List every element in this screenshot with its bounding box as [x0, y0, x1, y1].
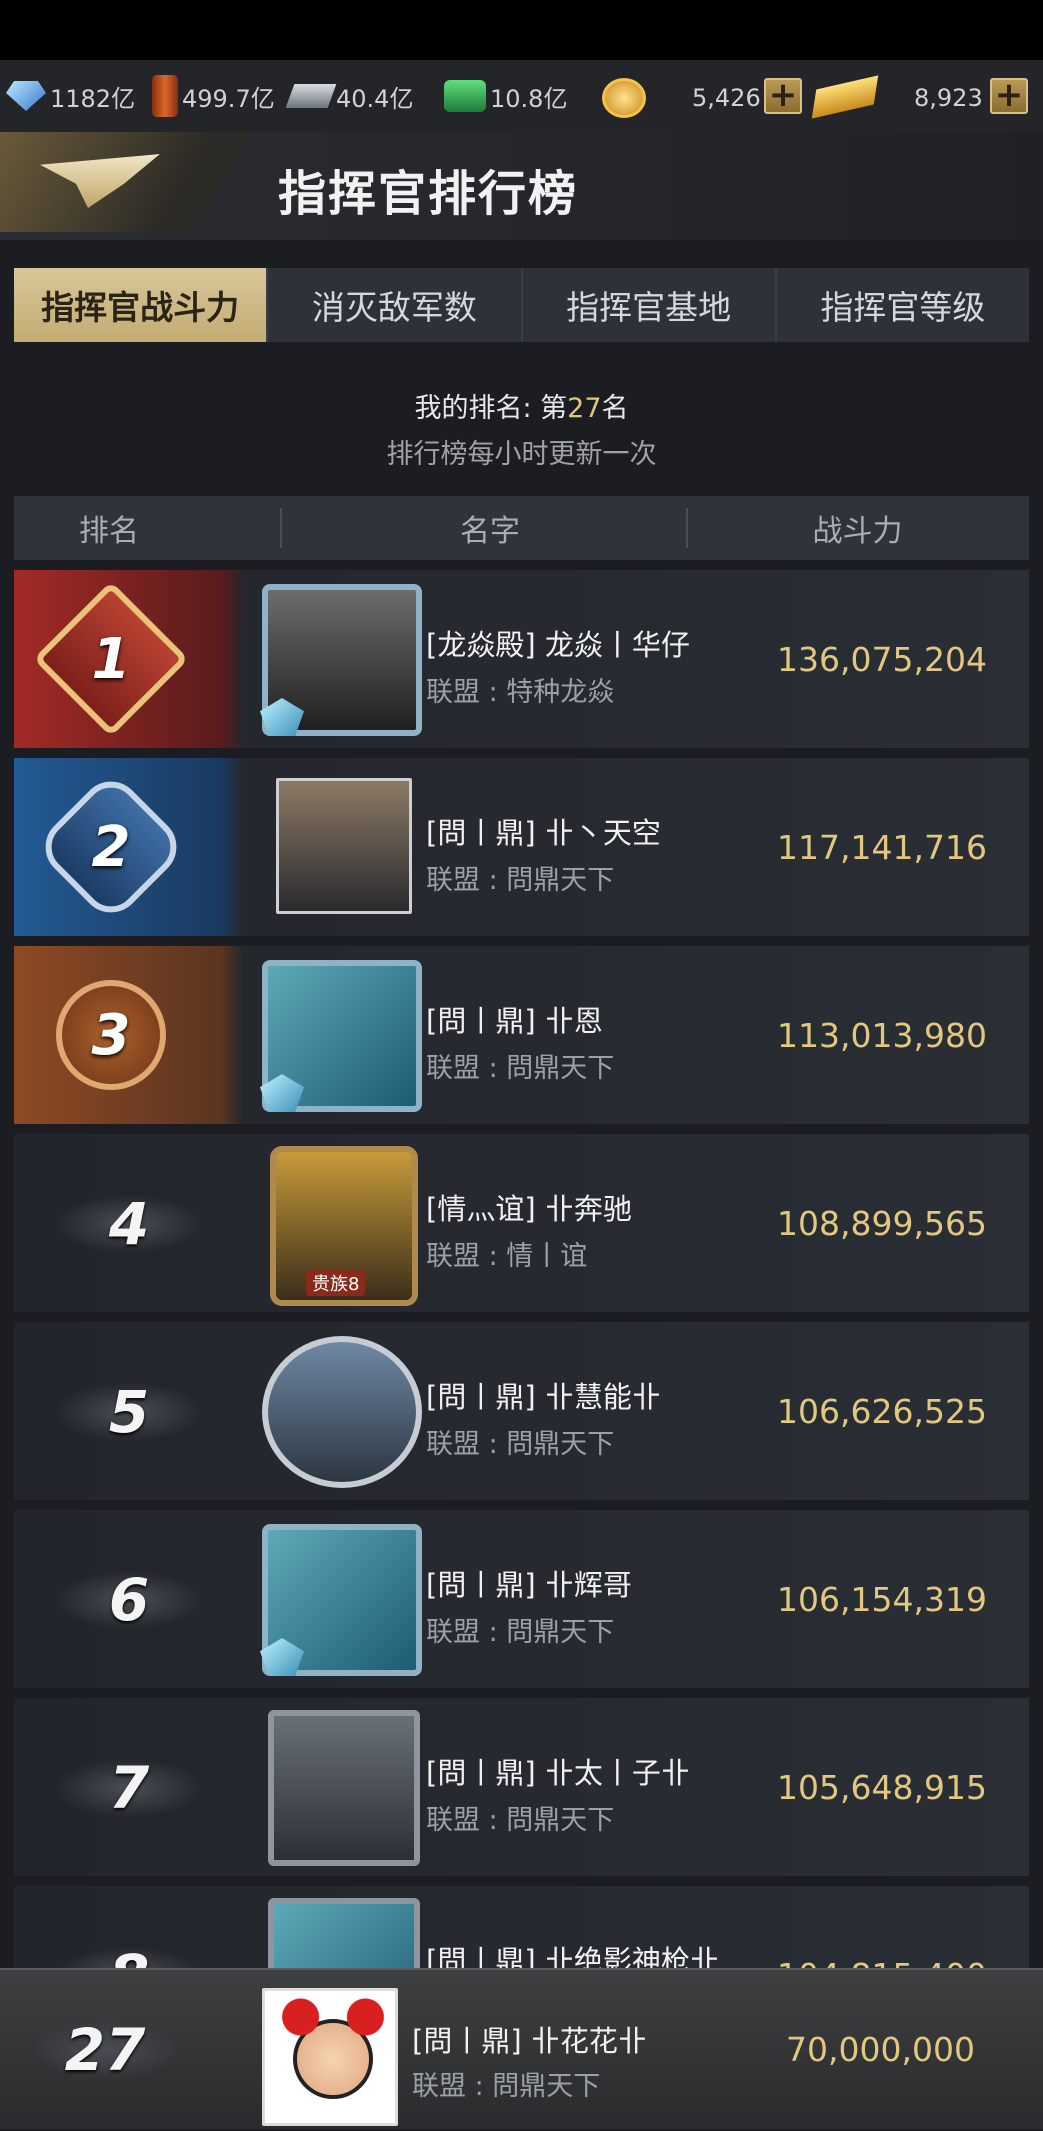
rank-4: 4	[54, 1174, 204, 1274]
table-row[interactable]: 5 [問丨鼎] 卝慧能卝 联盟 : 問鼎天下 106,626,525	[14, 1322, 1029, 1500]
gold-bar-icon	[811, 75, 879, 119]
name-column-header: 名字	[460, 514, 520, 549]
mouse-ears-icon	[279, 1997, 387, 2037]
back-button[interactable]	[0, 132, 250, 232]
coin-amount: 5,426	[692, 84, 761, 112]
player-alliance: 联盟 : 情丨谊	[426, 1241, 588, 1272]
crystal-icon	[6, 81, 46, 111]
tab-commander-level[interactable]: 指挥官等级	[777, 268, 1029, 342]
alloy-icon	[444, 80, 486, 112]
rank-5: 5	[54, 1362, 204, 1462]
my-rank-footer: 27 [問丨鼎] 卝花花卝 联盟 : 問鼎天下 70,000,000	[0, 1968, 1043, 2129]
combat-power: 108,899,565	[777, 1204, 987, 1243]
combat-power: 117,141,716	[777, 828, 987, 867]
oil-barrel-icon	[152, 75, 178, 117]
player-alliance: 联盟 : 問鼎天下	[412, 2071, 601, 2102]
eagle-icon	[40, 154, 160, 208]
player-name: [問丨鼎] 卝太丨子卝	[426, 1756, 690, 1790]
update-note: 排行榜每小时更新一次	[386, 439, 657, 470]
my-rank-badge: 27	[30, 2000, 180, 2100]
add-coin-button[interactable]: +	[764, 78, 802, 114]
table-row[interactable]: 6 [問丨鼎] 卝辉哥 联盟 : 問鼎天下 106,154,319	[14, 1510, 1029, 1688]
crystal-resource[interactable]: 1182亿	[6, 74, 135, 118]
my-rank-number: 27	[567, 393, 602, 424]
tab-commander-base[interactable]: 指挥官基地	[523, 268, 777, 342]
player-name: [問丨鼎] 卝丶天空	[426, 816, 661, 850]
player-alliance: 联盟 : 問鼎天下	[426, 1805, 615, 1836]
table-header: 排名 名字 战斗力	[14, 496, 1029, 560]
rank-column-header: 排名	[79, 514, 139, 549]
my-rank-row[interactable]: 27 [問丨鼎] 卝花花卝 联盟 : 問鼎天下 70,000,000	[0, 1970, 1043, 2131]
player-name: [龙焱殿] 龙焱丨华仔	[426, 628, 690, 662]
player-name: [問丨鼎] 卝恩	[426, 1004, 603, 1038]
player-alliance: 联盟 : 問鼎天下	[426, 1053, 615, 1084]
player-alliance: 联盟 : 特种龙焱	[426, 677, 615, 708]
power-column-header: 战斗力	[812, 514, 903, 549]
table-row[interactable]: 4 贵族8 [情灬谊] 卝奔驰 联盟 : 情丨谊 108,899,565	[14, 1134, 1029, 1312]
page-header: 指挥官排行榜	[0, 132, 1043, 240]
tab-bar: 指挥官战斗力 消灭敌军数 指挥官基地 指挥官等级	[14, 268, 1029, 342]
avatar[interactable]	[268, 1710, 420, 1866]
table-row[interactable]: 7 [問丨鼎] 卝太丨子卝 联盟 : 問鼎天下 105,648,915	[14, 1698, 1029, 1876]
avatar[interactable]	[262, 1336, 422, 1488]
combat-power: 70,000,000	[786, 2030, 975, 2069]
player-alliance: 联盟 : 問鼎天下	[426, 1617, 615, 1648]
player-name: [問丨鼎] 卝慧能卝	[426, 1380, 661, 1414]
rank-3-badge: 3	[33, 957, 189, 1113]
combat-power: 106,626,525	[777, 1392, 987, 1431]
page-title: 指挥官排行榜	[278, 166, 579, 222]
player-name: [問丨鼎] 卝花花卝	[412, 2024, 647, 2058]
rank-6: 6	[54, 1550, 204, 1650]
tab-enemies-killed[interactable]: 消灭敌军数	[268, 268, 523, 342]
noble-level-label: 贵族8	[306, 1270, 366, 1296]
player-name: [問丨鼎] 卝辉哥	[426, 1568, 632, 1602]
oil-resource[interactable]: 499.7亿	[152, 74, 275, 118]
status-bar	[0, 0, 1043, 60]
rank-2-badge: 2	[33, 769, 189, 925]
table-row[interactable]: 2 [問丨鼎] 卝丶天空 联盟 : 問鼎天下 117,141,716	[14, 758, 1029, 936]
tab-commander-power[interactable]: 指挥官战斗力	[14, 268, 269, 342]
steel-amount: 40.4亿	[336, 84, 414, 113]
my-rank: 我的排名: 第27名	[414, 393, 629, 424]
combat-power: 113,013,980	[777, 1016, 987, 1055]
rank-7: 7	[54, 1738, 204, 1838]
table-row[interactable]: 1 [龙焱殿] 龙焱丨华仔 联盟 : 特种龙焱 136,075,204	[14, 570, 1029, 748]
add-gold-button[interactable]: +	[990, 78, 1028, 114]
oil-amount: 499.7亿	[182, 84, 275, 113]
table-row[interactable]: 3 [問丨鼎] 卝恩 联盟 : 問鼎天下 113,013,980	[14, 946, 1029, 1124]
avatar[interactable]: 贵族8	[270, 1146, 418, 1306]
player-alliance: 联盟 : 問鼎天下	[426, 1429, 615, 1460]
combat-power: 106,154,319	[777, 1580, 987, 1619]
avatar[interactable]	[276, 778, 412, 914]
avatar[interactable]	[262, 1988, 398, 2126]
crystal-amount: 1182亿	[50, 84, 136, 113]
player-alliance: 联盟 : 問鼎天下	[426, 865, 615, 896]
rank-1-badge: 1	[33, 581, 189, 737]
alloy-resource[interactable]: 10.8亿	[444, 74, 567, 118]
steel-resource[interactable]: 40.4亿	[285, 74, 414, 118]
combat-power: 105,648,915	[777, 1768, 987, 1807]
player-name: [情灬谊] 卝奔驰	[426, 1192, 632, 1226]
gold-amount: 8,923	[914, 84, 983, 112]
coin-icon	[602, 78, 646, 118]
alloy-amount: 10.8亿	[490, 84, 568, 113]
steel-ingot-icon	[285, 84, 337, 108]
resource-bar: 1182亿 499.7亿 40.4亿 10.8亿 5,426 + 8,923 +	[0, 60, 1043, 132]
combat-power: 136,075,204	[777, 640, 987, 679]
